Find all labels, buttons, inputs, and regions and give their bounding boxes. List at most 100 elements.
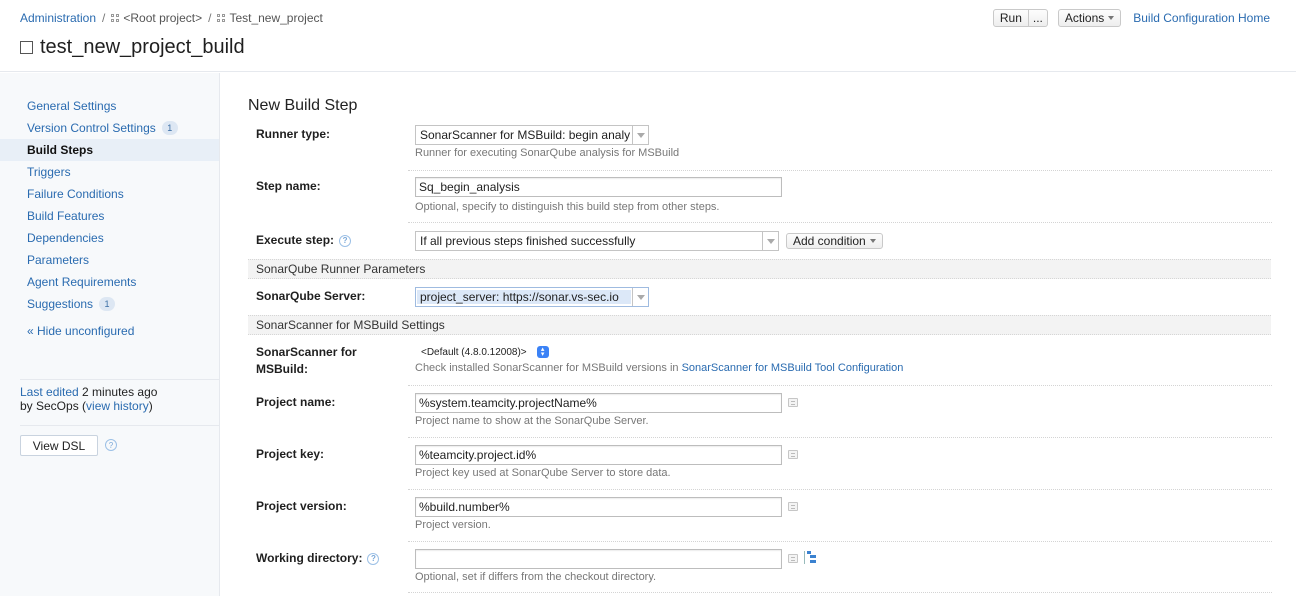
parameter-list-icon[interactable] (788, 398, 798, 407)
breadcrumb-root-project[interactable]: <Root project> (123, 11, 202, 25)
project-version-input[interactable] (415, 497, 782, 517)
step-name-label: Step name: (256, 179, 321, 193)
help-icon[interactable]: ? (367, 552, 380, 565)
runner-type-label: Runner type: (256, 127, 331, 141)
parameter-list-icon[interactable] (788, 450, 798, 459)
project-name-input[interactable] (415, 393, 782, 413)
execute-step-value: If all previous steps finished successfu… (420, 234, 636, 248)
divider (408, 385, 1272, 386)
runner-type-row: Runner type: SonarScanner for MSBuild: b… (248, 125, 1271, 171)
select-stepper-icon: ▴ ▾ (536, 346, 549, 358)
sonarqube-server-row: SonarQube Server: project_server: https:… (248, 287, 1271, 313)
scanner-version-label-line1: SonarScanner for (256, 345, 357, 359)
sonarqube-server-value: project_server: https://sonar.vs-sec.io (417, 290, 631, 304)
last-edited-info: Last edited 2 minutes ago by SecOps (vie… (20, 385, 157, 413)
working-directory-row: Working directory: ? Optional, set if di… (248, 549, 1271, 593)
divider (20, 425, 219, 426)
help-icon[interactable]: ? (105, 439, 117, 451)
working-directory-input[interactable] (415, 549, 782, 569)
chevron-down-icon (762, 232, 778, 250)
working-directory-label-group: Working directory: ? (256, 550, 380, 567)
group-header-runner-parameters: SonarQube Runner Parameters (248, 259, 1271, 279)
divider (408, 437, 1272, 438)
project-icon (217, 13, 226, 23)
breadcrumb-test-new-project[interactable]: Test_new_project (229, 11, 322, 25)
sidebar-item-label: General Settings (27, 99, 117, 113)
sidebar-item-triggers[interactable]: Triggers (0, 161, 219, 183)
header-actions: Run ... Actions Build Configuration Home (992, 9, 1270, 27)
run-button[interactable]: Run (992, 9, 1029, 27)
divider (408, 170, 1272, 171)
close-paren: ) (148, 399, 153, 413)
view-history-link[interactable]: view history (86, 399, 149, 413)
hide-unconfigured-link[interactable]: « Hide unconfigured (27, 324, 134, 338)
divider (408, 541, 1272, 542)
sidebar-item-label: Dependencies (27, 231, 104, 245)
project-key-input[interactable] (415, 445, 782, 465)
tool-configuration-link[interactable]: SonarScanner for MSBuild Tool Configurat… (682, 362, 904, 374)
build-configuration-icon (20, 41, 33, 54)
runner-type-hint: Runner for executing SonarQube analysis … (415, 147, 680, 159)
execute-step-row: Execute step: ? If all previous steps fi… (248, 231, 1271, 257)
sonarqube-server-select[interactable]: project_server: https://sonar.vs-sec.io (415, 287, 649, 307)
sidebar-item-build-steps[interactable]: Build Steps (0, 139, 219, 161)
breadcrumb-administration[interactable]: Administration (20, 11, 96, 25)
divider (20, 379, 219, 380)
sidebar-item-agent-requirements[interactable]: Agent Requirements (0, 271, 219, 293)
sidebar-item-build-features[interactable]: Build Features (0, 205, 219, 227)
sidebar-item-label: Version Control Settings (27, 121, 156, 135)
working-directory-hint: Optional, set if differs from the checko… (415, 571, 657, 583)
execute-step-select[interactable]: If all previous steps finished successfu… (415, 231, 779, 251)
chevron-down-icon (632, 288, 648, 306)
chevron-down-icon (869, 239, 876, 243)
runner-type-select[interactable]: SonarScanner for MSBuild: begin analy (415, 125, 649, 145)
execute-step-label: Execute step: (256, 233, 335, 247)
scanner-version-select[interactable]: <Default (4.8.0.12008)> ▴ ▾ (415, 344, 549, 360)
page-title: test_new_project_build (20, 36, 245, 59)
scanner-version-hint: Check installed SonarScanner for MSBuild… (415, 362, 903, 374)
sidebar-item-version-control-settings[interactable]: Version Control Settings 1 (0, 117, 219, 139)
sidebar-item-label: Triggers (27, 165, 71, 179)
project-version-hint: Project version. (415, 519, 491, 531)
group-header-msbuild-settings: SonarScanner for MSBuild Settings (248, 315, 1271, 335)
build-configuration-home-link[interactable]: Build Configuration Home (1133, 11, 1270, 25)
sidebar-item-parameters[interactable]: Parameters (0, 249, 219, 271)
sidebar-item-dependencies[interactable]: Dependencies (0, 227, 219, 249)
scanner-version-hint-text: Check installed SonarScanner for MSBuild… (415, 362, 682, 374)
page-header: Administration / <Root project> / Test_n… (0, 0, 1296, 72)
runner-type-value: SonarScanner for MSBuild: begin analy (420, 128, 631, 142)
last-edited-time: 2 minutes ago (78, 385, 158, 399)
directory-tree-icon[interactable] (804, 551, 816, 564)
help-icon[interactable]: ? (339, 234, 352, 247)
execute-step-label-group: Execute step: ? (256, 232, 352, 249)
breadcrumb-separator: / (208, 11, 212, 25)
sidebar-item-label: Agent Requirements (27, 275, 137, 289)
project-key-hint: Project key used at SonarQube Server to … (415, 467, 671, 479)
breadcrumb-separator: / (102, 11, 106, 25)
project-name-row: Project name: Project name to show at th… (248, 393, 1271, 437)
actions-dropdown[interactable]: Actions (1057, 9, 1122, 27)
divider (408, 592, 1272, 593)
last-edited-link[interactable]: Last edited (20, 385, 79, 399)
add-condition-button[interactable]: Add condition (786, 233, 883, 249)
sidebar-item-label: Build Features (27, 209, 105, 223)
sidebar-item-failure-conditions[interactable]: Failure Conditions (0, 183, 219, 205)
project-icon (111, 13, 120, 23)
sidebar-item-suggestions[interactable]: Suggestions 1 (0, 293, 219, 315)
project-name-hint: Project name to show at the SonarQube Se… (415, 415, 649, 427)
view-dsl-button[interactable]: View DSL (20, 435, 98, 456)
step-name-input[interactable] (415, 177, 782, 197)
parameter-list-icon[interactable] (788, 502, 798, 511)
run-options-button[interactable]: ... (1028, 9, 1048, 27)
section-title: New Build Step (248, 97, 358, 114)
step-name-row: Step name: Optional, specify to distingu… (248, 177, 1271, 223)
scanner-version-row: SonarScanner for MSBuild: <Default (4.8.… (248, 343, 1271, 383)
sidebar-item-general-settings[interactable]: General Settings (0, 95, 219, 117)
sidebar-item-label: Parameters (27, 253, 90, 267)
sidebar: General Settings Version Control Setting… (0, 73, 220, 596)
scanner-version-label: SonarScanner for MSBuild: (256, 344, 357, 378)
divider (408, 222, 1272, 223)
working-directory-label: Working directory: (256, 551, 363, 565)
parameter-list-icon[interactable] (788, 554, 798, 563)
chevron-down-icon (1108, 16, 1115, 20)
